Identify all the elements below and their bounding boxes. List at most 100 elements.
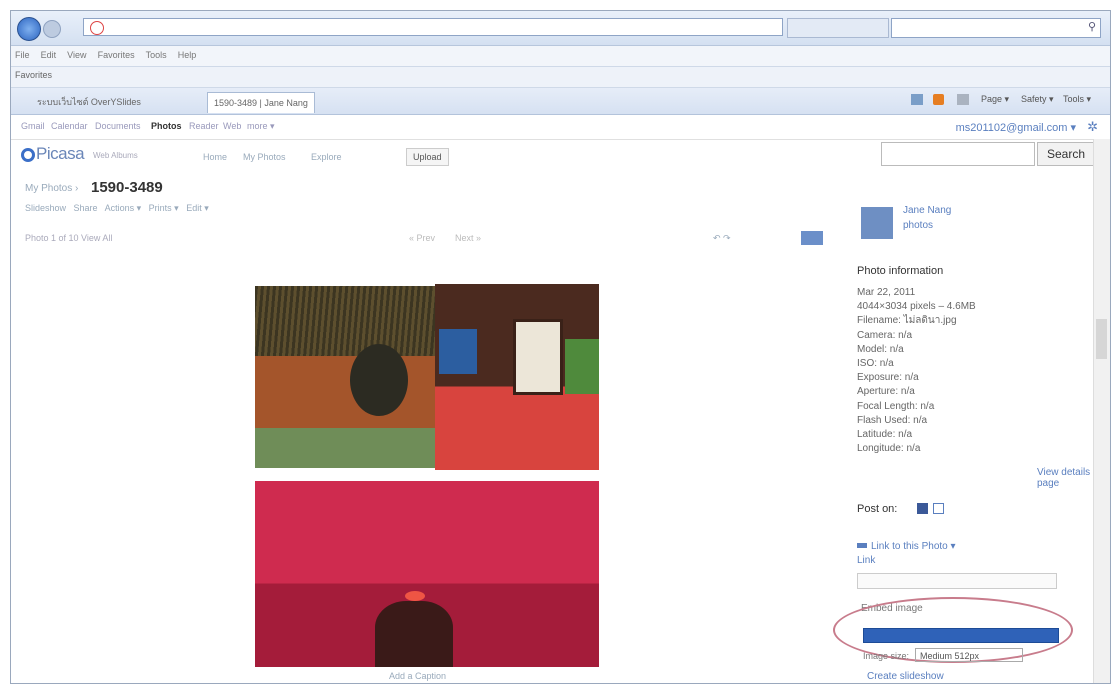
link-icon bbox=[857, 543, 867, 548]
plant bbox=[565, 339, 599, 394]
gbar-web[interactable]: Web bbox=[223, 121, 241, 131]
browser-search-field[interactable]: ⚲ bbox=[891, 18, 1101, 38]
search-button[interactable]: Search bbox=[1037, 142, 1095, 166]
doorway bbox=[513, 319, 563, 395]
link-heading-text: Link to this Photo ▾ bbox=[871, 541, 956, 552]
album-toolbar: Slideshow Share Actions ▾ Prints ▾ Edit … bbox=[25, 203, 209, 214]
nav-home[interactable]: Home bbox=[203, 152, 227, 162]
gbar-documents[interactable]: Documents bbox=[95, 121, 141, 131]
info-line: Focal Length: n/a bbox=[857, 400, 935, 412]
blogger-icon[interactable] bbox=[933, 503, 944, 514]
info-line: Mar 22, 2011 bbox=[857, 287, 916, 298]
gbar-photos[interactable]: Photos bbox=[151, 121, 182, 131]
menu-bar: File Edit View Favorites Tools Help bbox=[11, 46, 1110, 67]
print-icon[interactable] bbox=[957, 94, 969, 105]
image-size-label: Image size: bbox=[863, 651, 910, 661]
back-button[interactable] bbox=[17, 17, 41, 41]
menu-edit[interactable]: Edit bbox=[37, 46, 61, 60]
favorites-bar: Favorites bbox=[11, 67, 1110, 88]
favorites-button[interactable]: Favorites bbox=[15, 70, 52, 80]
menu-help[interactable]: Help bbox=[174, 46, 201, 60]
picasa-logo[interactable]: Picasa bbox=[21, 144, 85, 164]
menu-favorites[interactable]: Favorites bbox=[94, 46, 139, 60]
blue-window bbox=[439, 329, 477, 374]
nav-explore[interactable]: Explore bbox=[311, 152, 342, 162]
info-line: Longitude: n/a bbox=[857, 443, 921, 455]
link-to-photo-toggle[interactable]: Link to this Photo ▾ bbox=[857, 541, 956, 552]
logo-text: Picasa bbox=[36, 144, 85, 163]
round-window bbox=[350, 344, 408, 416]
logo-subtitle: Web Albums bbox=[93, 151, 138, 160]
photo-info-list: Mar 22, 2011 4044×3034 pixels – 4.6MB Fi… bbox=[857, 286, 976, 456]
gear-icon[interactable]: ✲ bbox=[1087, 119, 1098, 135]
tools-menu[interactable]: Tools ▾ bbox=[1063, 94, 1091, 105]
post-on-label: Post on: bbox=[857, 503, 898, 515]
gbar-more[interactable]: more ▾ bbox=[247, 121, 275, 132]
safety-menu[interactable]: Safety ▾ bbox=[1021, 94, 1054, 105]
menu-file[interactable]: File bbox=[11, 46, 34, 60]
image-size-select[interactable]: Medium 512px bbox=[915, 648, 1023, 662]
url-label: Link bbox=[857, 555, 876, 566]
site-icon bbox=[90, 21, 104, 35]
gbar-gmail[interactable]: Gmail bbox=[21, 121, 45, 131]
rotate-icons[interactable]: ↶ ↷ bbox=[713, 233, 731, 244]
create-slideshow-link[interactable]: Create slideshow bbox=[867, 671, 944, 682]
menu-tools[interactable]: Tools bbox=[142, 46, 171, 60]
tab-bar: ระบบเว็บไซต์ OverYSlides 1590-3489 | Jan… bbox=[11, 88, 1110, 115]
owner-photos-link[interactable]: photos bbox=[903, 220, 933, 231]
red-bowl bbox=[405, 591, 425, 601]
info-line: Aperture: n/a bbox=[857, 386, 915, 398]
forward-button[interactable] bbox=[43, 20, 61, 38]
photo-search-input[interactable] bbox=[881, 142, 1035, 166]
avatar[interactable] bbox=[861, 207, 893, 239]
photo-pager[interactable]: Photo 1 of 10 View All bbox=[25, 233, 112, 243]
info-line: 4044×3034 pixels – 4.6MB bbox=[857, 301, 976, 313]
page-menu[interactable]: Page ▾ bbox=[981, 94, 1009, 105]
page-scrollbar[interactable] bbox=[1093, 139, 1110, 683]
slideshow-button[interactable]: Slideshow bbox=[25, 203, 66, 213]
breadcrumb[interactable]: My Photos › bbox=[25, 183, 78, 194]
info-line: Latitude: n/a bbox=[857, 429, 913, 441]
browser-window: ⚲ File Edit View Favorites Tools Help Fa… bbox=[10, 10, 1111, 684]
google-bar: Gmail Calendar Documents Photos Reader W… bbox=[11, 115, 1110, 140]
edit-photo-button[interactable] bbox=[801, 231, 823, 245]
gbar-calendar[interactable]: Calendar bbox=[51, 121, 88, 131]
edit-menu[interactable]: Edit ▾ bbox=[186, 203, 209, 213]
prints-menu[interactable]: Prints ▾ bbox=[149, 203, 179, 213]
info-line: Flash Used: n/a bbox=[857, 414, 928, 426]
menu-view[interactable]: View bbox=[63, 46, 90, 60]
info-line: ISO: n/a bbox=[857, 358, 894, 370]
thatched-roof bbox=[255, 286, 437, 356]
logo-ring-icon bbox=[21, 148, 35, 162]
address-field[interactable] bbox=[83, 18, 783, 36]
info-line: Model: n/a bbox=[857, 343, 904, 355]
add-caption-link[interactable]: Add a Caption bbox=[389, 671, 446, 681]
photo-info-heading: Photo information bbox=[857, 265, 944, 277]
actions-menu[interactable]: Actions ▾ bbox=[105, 203, 142, 213]
refresh-stop-buttons[interactable] bbox=[787, 18, 889, 38]
nav-my-photos[interactable]: My Photos bbox=[243, 152, 286, 162]
info-line: Exposure: n/a bbox=[857, 372, 919, 384]
tab-overyslides[interactable]: ระบบเว็บไซต์ OverYSlides bbox=[31, 92, 147, 112]
photo-red-room-door[interactable] bbox=[435, 284, 599, 470]
scrollbar-thumb[interactable] bbox=[1096, 319, 1107, 359]
photo-url-field[interactable] bbox=[857, 573, 1057, 589]
prev-photo-link[interactable]: « Prev bbox=[409, 233, 435, 243]
share-button[interactable]: Share bbox=[74, 203, 98, 213]
facebook-icon[interactable] bbox=[917, 503, 928, 514]
owner-name-link[interactable]: Jane Nang bbox=[903, 205, 951, 216]
search-icon[interactable]: ⚲ bbox=[1088, 20, 1096, 33]
upload-button[interactable]: Upload bbox=[406, 148, 449, 166]
next-photo-link[interactable]: Next » bbox=[455, 233, 481, 243]
gbar-reader[interactable]: Reader bbox=[189, 121, 219, 131]
account-menu[interactable]: ms201102@gmail.com ▾ bbox=[956, 121, 1076, 134]
home-icon[interactable] bbox=[911, 94, 923, 105]
address-toolbar: ⚲ bbox=[11, 11, 1110, 46]
round-table bbox=[375, 601, 453, 667]
feeds-icon[interactable] bbox=[933, 94, 944, 105]
photo-hut-garden[interactable] bbox=[255, 286, 437, 468]
info-line: Filename: ไม่ลดินา.jpg bbox=[857, 315, 957, 327]
album-title: 1590-3489 bbox=[91, 179, 163, 196]
tab-picasa-album[interactable]: 1590-3489 | Jane Nang bbox=[207, 92, 315, 113]
photo-red-wall-table[interactable] bbox=[255, 481, 599, 667]
